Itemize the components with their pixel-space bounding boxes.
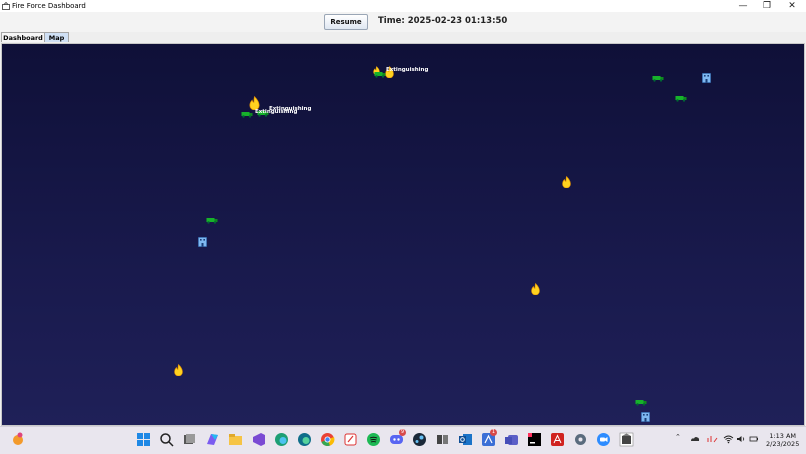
control-bar: Resume Time: 2025-02-23 01:13:50: [0, 12, 806, 32]
fire-station-icon: [641, 412, 650, 422]
fire-truck-icon: [635, 400, 647, 406]
fire-truck-icon: [206, 218, 218, 224]
windows-start-icon[interactable]: [136, 432, 151, 447]
clock-date: 2/23/2025: [766, 440, 800, 448]
title-bar: Fire Force Dashboard — ❐ ✕: [0, 0, 806, 12]
minimize-button[interactable]: —: [731, 0, 755, 12]
tab-dashboard[interactable]: Dashboard: [1, 32, 45, 42]
battery-icon[interactable]: [749, 434, 759, 444]
intellij-icon[interactable]: [527, 432, 542, 447]
fire-icon: [174, 364, 183, 376]
taskbar: 9 1 ⌃ 1:13 AM 2/23/2025: [0, 426, 806, 454]
close-button[interactable]: ✕: [780, 0, 804, 12]
task-view-icon[interactable]: [182, 432, 197, 447]
tab-bar: Dashboard Map: [0, 32, 806, 43]
fire-truck-icon: [675, 96, 687, 102]
puzzle-icon[interactable]: [435, 432, 450, 447]
maximize-button[interactable]: ❐: [755, 0, 779, 12]
copilot-icon[interactable]: [205, 432, 220, 447]
fire-truck-icon: [241, 112, 253, 118]
weather-icon[interactable]: [10, 431, 26, 447]
tab-map[interactable]: Map: [44, 32, 69, 42]
app-icon: [2, 2, 10, 10]
fire-icon: [531, 283, 540, 295]
volume-icon[interactable]: [736, 434, 746, 444]
discord-taskbar-item[interactable]: 9: [389, 429, 406, 447]
chrome-icon[interactable]: [320, 432, 335, 447]
wifi-icon[interactable]: [723, 434, 734, 444]
zoom-icon[interactable]: [596, 432, 611, 447]
file-explorer-icon[interactable]: [228, 432, 243, 447]
clock-time: 1:13 AM: [769, 432, 797, 440]
edge-dev-icon[interactable]: [297, 432, 312, 447]
fire-station-icon: [198, 237, 207, 247]
tray-overflow-icon[interactable]: ⌃: [675, 433, 681, 441]
discord-badge: 9: [399, 429, 406, 436]
app-badge: 1: [490, 429, 497, 436]
simulation-time: Time: 2025-02-23 01:13:50: [378, 16, 508, 26]
network-vpn-icon[interactable]: [706, 434, 718, 444]
system-clock[interactable]: 1:13 AM 2/23/2025: [766, 432, 799, 448]
truck-status-label: Extinguishing: [255, 109, 298, 115]
teams-icon[interactable]: [504, 432, 519, 447]
fire-truck-icon: [652, 76, 664, 82]
onedrive-icon[interactable]: [690, 434, 700, 444]
edge-icon[interactable]: [274, 432, 289, 447]
truck-status-label: Extinguishing: [386, 67, 429, 73]
map-canvas[interactable]: Extinguishing Extinguishing Extinguishin…: [1, 43, 805, 426]
fire-icon: [562, 176, 571, 188]
acrobat-icon[interactable]: [550, 432, 565, 447]
visual-studio-icon[interactable]: [251, 432, 266, 447]
app-taskbar-item[interactable]: 1: [481, 429, 497, 447]
fire-truck-icon: [374, 72, 386, 78]
window-title: Fire Force Dashboard: [12, 2, 86, 10]
java-app-icon[interactable]: [619, 432, 634, 447]
snipping-tool-icon[interactable]: [343, 432, 358, 447]
fire-icon: [249, 96, 260, 110]
resume-button[interactable]: Resume: [324, 14, 368, 30]
search-icon[interactable]: [159, 432, 174, 447]
steam-icon[interactable]: [412, 432, 427, 447]
spotify-icon[interactable]: [366, 432, 381, 447]
outlook-icon[interactable]: [458, 432, 473, 447]
fire-station-icon: [702, 73, 711, 83]
settings-icon[interactable]: [573, 432, 588, 447]
